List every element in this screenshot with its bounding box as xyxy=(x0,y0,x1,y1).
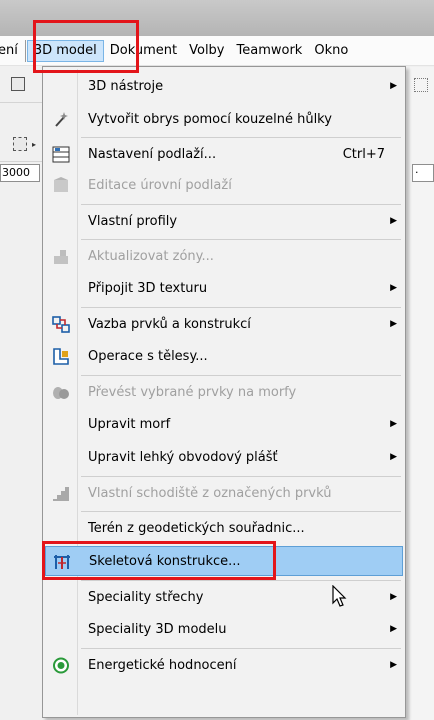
menu-row-element-connection[interactable]: Vazba prvků a konstrukcí ▶ xyxy=(45,310,403,339)
menu-row-custom-stair: Vlastní schodiště z označených prvků xyxy=(45,479,403,508)
selection-tool-icon[interactable] xyxy=(13,137,27,151)
menu-row-curtain-wall[interactable]: Upravit lehký obvodový plášť ▶ xyxy=(45,443,403,472)
submenu-arrow-icon: ▶ xyxy=(390,216,397,226)
menu-row-label: Vazba prvků a konstrukcí xyxy=(88,317,251,332)
menu-separator xyxy=(81,511,401,512)
menu-row-3d-model-specials[interactable]: Speciality 3D modelu ▶ xyxy=(45,615,403,644)
menu-row-convert-morph: Převést vybrané prvky na morfy xyxy=(45,378,403,407)
menu-separator xyxy=(24,39,26,62)
dropdown-arrow-icon[interactable]: ▸ xyxy=(32,140,36,149)
menu-item-okno[interactable]: Okno xyxy=(308,40,354,62)
energy-evaluation-icon xyxy=(52,657,70,674)
menu-separator xyxy=(81,375,401,376)
story-levels-icon xyxy=(52,177,70,194)
submenu-arrow-icon: ▶ xyxy=(390,660,397,670)
coordinate-input[interactable]: 3000 xyxy=(0,164,40,182)
menu-row-label: Připojit 3D texturu xyxy=(88,281,208,296)
menu-row-label: Převést vybrané prvky na morfy xyxy=(88,385,297,400)
menu-separator xyxy=(81,476,401,477)
menu-row-solid-operations[interactable]: Operace s tělesy... xyxy=(45,342,403,371)
menu-row-label: Vlastní schodiště z označených prvků xyxy=(88,486,332,501)
menu-separator xyxy=(81,137,401,138)
menu-row-vlastni-profily[interactable]: Vlastní profily ▶ xyxy=(45,207,403,236)
menu-row-story-settings[interactable]: Nastavení podlaží... Ctrl+7 xyxy=(45,140,403,169)
menu-row-label: Operace s tělesy... xyxy=(88,349,208,364)
menu-row-label: Vlastní profily xyxy=(88,214,178,229)
convert-morph-icon xyxy=(52,384,70,401)
menu-row-label: Upravit morf xyxy=(88,417,171,432)
submenu-arrow-icon: ▶ xyxy=(390,419,397,429)
menu-row-magic-wand[interactable]: Vytvořit obrys pomocí kouzelné hůlky xyxy=(45,105,403,134)
menu-row-label: Upravit lehký obvodový plášť xyxy=(88,450,278,465)
menu-item-previous-partial[interactable]: ení xyxy=(0,40,24,62)
story-settings-icon xyxy=(52,146,70,163)
menu-separator xyxy=(81,239,401,240)
update-zones-icon xyxy=(52,248,70,265)
submenu-arrow-icon: ▶ xyxy=(390,452,397,462)
menu-row-3d-nastroje[interactable]: 3D nástroje ▶ xyxy=(45,72,403,101)
menu-separator xyxy=(81,307,401,308)
menu-row-energy-evaluation[interactable]: Energetické hodnocení ▶ xyxy=(45,651,403,680)
menu-item-volby[interactable]: Volby xyxy=(183,40,230,62)
menu-item-teamwork[interactable]: Teamwork xyxy=(231,40,309,62)
menu-separator xyxy=(81,580,401,581)
menu-row-label: Speciality 3D modelu xyxy=(88,622,227,637)
menu-row-label: 3D nástroje xyxy=(88,79,164,94)
menu-row-label: Nastavení podlaží... xyxy=(88,147,217,162)
menu-row-label: Vytvořit obrys pomocí kouzelné hůlky xyxy=(88,112,332,127)
element-connection-icon xyxy=(52,316,70,333)
submenu-arrow-icon: ▶ xyxy=(390,592,397,602)
3d-model-dropdown-menu: 3D nástroje ▶ Vytvořit obrys pomocí kouz… xyxy=(42,66,406,718)
solid-operations-icon xyxy=(52,348,70,365)
menu-row-label: Speciality střechy xyxy=(88,590,204,605)
magic-wand-icon xyxy=(52,111,70,128)
menu-row-label: Aktualizovat zóny... xyxy=(88,249,214,264)
custom-stair-icon xyxy=(52,485,70,502)
submenu-arrow-icon: ▶ xyxy=(390,283,397,293)
highlight-box-3d-model xyxy=(33,20,139,73)
menu-row-terrain-survey[interactable]: Terén z geodetických souřadnic... xyxy=(45,514,403,543)
right-input-field[interactable]: · xyxy=(412,164,434,182)
menu-separator xyxy=(81,648,401,649)
menu-row-label: Terén z geodetických souřadnic... xyxy=(88,521,305,536)
grid-snap-icon[interactable] xyxy=(414,78,428,92)
mouse-cursor-icon xyxy=(332,584,348,613)
menu-row-story-levels: Editace úrovní podlaží xyxy=(45,171,403,200)
printer-icon[interactable] xyxy=(11,77,25,91)
menu-row-roof-specials[interactable]: Speciality střechy ▶ xyxy=(45,583,403,612)
menu-row-shortcut: Ctrl+7 xyxy=(342,147,385,162)
menu-separator xyxy=(81,204,401,205)
menu-row-update-zones: Aktualizovat zóny... xyxy=(45,242,403,271)
menu-row-3d-texture[interactable]: Připojit 3D texturu ▶ xyxy=(45,274,403,303)
toolbar-left-second: ▸ xyxy=(0,128,44,162)
submenu-arrow-icon: ▶ xyxy=(390,624,397,634)
menu-row-label: Editace úrovní podlaží xyxy=(88,178,232,193)
highlight-box-skeleton-structure xyxy=(42,541,276,580)
submenu-arrow-icon: ▶ xyxy=(390,319,397,329)
menu-row-label: Energetické hodnocení xyxy=(88,658,237,673)
submenu-arrow-icon: ▶ xyxy=(390,81,397,91)
menu-row-upravit-morf[interactable]: Upravit morf ▶ xyxy=(45,410,403,439)
